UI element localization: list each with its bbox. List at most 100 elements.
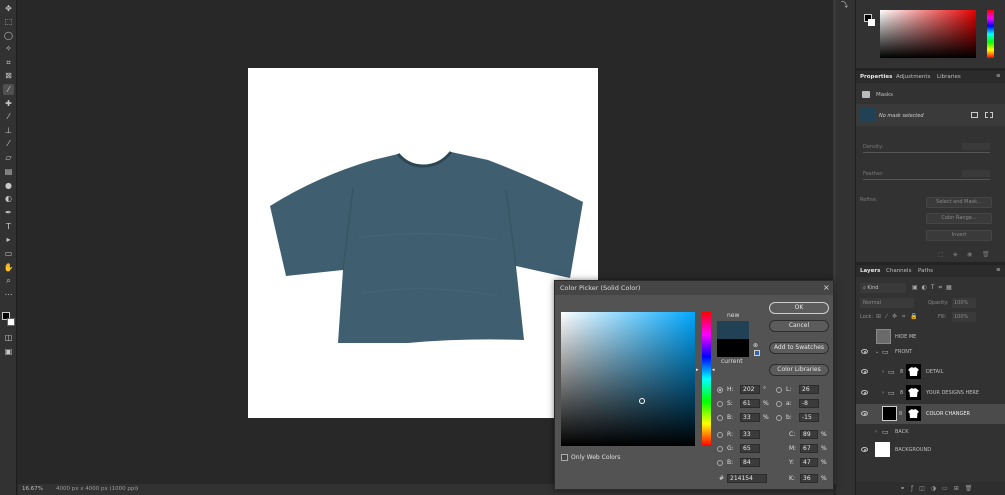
stamp-tool-icon[interactable]: ⊥: [3, 125, 14, 136]
blue-radio[interactable]: [717, 460, 723, 466]
green-radio[interactable]: [717, 446, 723, 452]
crop-tool-icon[interactable]: ⌗: [3, 57, 14, 68]
current-color-swatch[interactable]: [717, 339, 749, 357]
eyedropper-tool-icon[interactable]: ⁄: [3, 84, 14, 95]
gradient-tool-icon[interactable]: ▤: [3, 166, 14, 177]
visibility-eye-icon[interactable]: [861, 447, 868, 452]
magic-wand-tool-icon[interactable]: ✧: [3, 43, 14, 54]
density-slider[interactable]: [863, 152, 990, 153]
lab-b-radio[interactable]: [776, 415, 782, 421]
red-field[interactable]: 33: [740, 430, 760, 439]
hue-slider-right-arrow-icon[interactable]: ◂: [712, 367, 715, 373]
blend-mode-select[interactable]: Normal: [860, 298, 914, 308]
lab-l-field[interactable]: 26: [799, 385, 819, 394]
layer-row-selected[interactable]: 8 COLOR CHANGER: [856, 404, 1005, 424]
layer-filter-select[interactable]: ⌕ Kind: [860, 283, 906, 293]
density-field[interactable]: [962, 143, 990, 150]
brightness-radio[interactable]: [717, 415, 723, 421]
lab-a-radio[interactable]: [776, 401, 782, 407]
hex-field[interactable]: 214154: [727, 474, 767, 483]
red-radio[interactable]: [717, 432, 723, 438]
path-selection-tool-icon[interactable]: ▸: [3, 234, 14, 245]
hue-slider[interactable]: [702, 312, 711, 446]
layer-row[interactable]: ⌄ ▭ FRONT: [856, 344, 1005, 360]
opacity-field[interactable]: 100%: [952, 298, 976, 308]
quick-mask-icon[interactable]: ◫: [3, 332, 14, 343]
marquee-tool-icon[interactable]: ⬚: [3, 16, 14, 27]
vector-mask-icon[interactable]: [985, 112, 993, 118]
tab-libraries[interactable]: Libraries: [937, 74, 961, 80]
brightness-field[interactable]: 33: [740, 413, 760, 422]
tab-paths[interactable]: Paths: [918, 268, 933, 274]
hue-field[interactable]: 202: [740, 385, 760, 394]
mask-thumbnail[interactable]: [906, 385, 921, 400]
disable-mask-icon[interactable]: ◉: [967, 251, 972, 258]
chevron-right-icon[interactable]: ›: [875, 424, 877, 440]
document-canvas[interactable]: [248, 68, 598, 418]
lab-b-field[interactable]: -15: [799, 413, 819, 422]
ok-button[interactable]: OK: [769, 302, 829, 314]
tab-adjustments[interactable]: Adjustments: [896, 74, 930, 80]
only-web-colors-checkbox[interactable]: [561, 454, 568, 461]
zoom-tool-icon[interactable]: ⌕: [3, 275, 14, 286]
close-icon[interactable]: ×: [823, 283, 830, 292]
lasso-tool-icon[interactable]: ◯: [3, 30, 14, 41]
saturation-field[interactable]: 61: [740, 399, 760, 408]
layer-row[interactable]: › ▭ BACK: [856, 424, 1005, 440]
cyan-field[interactable]: 89: [800, 430, 818, 439]
feather-slider[interactable]: [863, 179, 990, 180]
history-icon[interactable]: ⤵: [841, 0, 848, 10]
background-color-swatch[interactable]: [7, 318, 15, 326]
fill-layer-thumbnail[interactable]: [882, 406, 897, 421]
chevron-right-icon[interactable]: ›: [882, 362, 884, 382]
move-tool-icon[interactable]: ✥: [3, 3, 14, 14]
mask-thumbnail[interactable]: [906, 364, 921, 379]
lab-l-radio[interactable]: [776, 387, 782, 393]
apply-mask-icon[interactable]: ◈: [953, 251, 958, 258]
layer-filter-icons[interactable]: ▣◐T⌗▦: [912, 284, 956, 292]
hue-radio[interactable]: [717, 387, 723, 393]
hue-slider-left-arrow-icon[interactable]: ▸: [696, 367, 699, 373]
visibility-eye-icon[interactable]: [861, 411, 868, 416]
background-color-swatch[interactable]: [868, 19, 875, 26]
color-spectrum-field[interactable]: [880, 10, 976, 58]
select-and-mask-button[interactable]: Select and Mask...: [926, 197, 992, 208]
layers-bottom-toolbar[interactable]: ⚭ƒ◫◑▭⊞🗑: [856, 482, 1005, 495]
pen-tool-icon[interactable]: ✒: [3, 207, 14, 218]
lock-icons[interactable]: ⊞⁄✥⌗🔒: [876, 313, 923, 321]
rectangle-tool-icon[interactable]: ▭: [3, 248, 14, 259]
color-field[interactable]: [561, 312, 695, 446]
invert-button[interactable]: Invert: [926, 230, 992, 241]
blur-tool-icon[interactable]: ●: [3, 180, 14, 191]
healing-brush-tool-icon[interactable]: ✚: [3, 98, 14, 109]
gamut-warning-icon[interactable]: ⊗: [753, 342, 758, 349]
mask-thumbnail[interactable]: [860, 108, 875, 122]
history-brush-tool-icon[interactable]: ⁄: [3, 138, 14, 149]
layer-row[interactable]: › ▭ 8 YOUR DESIGNS HERE: [856, 383, 1005, 403]
layer-row[interactable]: BACKGROUND: [856, 440, 1005, 460]
cancel-button[interactable]: Cancel: [769, 320, 829, 332]
delete-mask-icon[interactable]: 🗑: [982, 251, 990, 258]
layer-row[interactable]: › ▭ 8 DETAIL: [856, 362, 1005, 382]
load-selection-icon[interactable]: ⬚: [938, 251, 944, 258]
black-field[interactable]: 36: [800, 474, 818, 483]
hand-tool-icon[interactable]: ✋: [3, 262, 14, 273]
panel-menu-icon[interactable]: ≡: [996, 73, 1001, 79]
blue-field[interactable]: 84: [740, 458, 760, 467]
saturation-radio[interactable]: [717, 401, 723, 407]
visibility-eye-icon[interactable]: [861, 349, 868, 354]
tab-channels[interactable]: Channels: [886, 268, 911, 274]
dodge-tool-icon[interactable]: ◐: [3, 193, 14, 204]
eraser-tool-icon[interactable]: ▱: [3, 152, 14, 163]
tab-layers[interactable]: Layers: [860, 268, 880, 274]
tab-properties[interactable]: Properties: [860, 74, 892, 80]
hue-slider[interactable]: [987, 10, 994, 58]
zoom-level[interactable]: 16.67%: [22, 484, 43, 495]
chevron-right-icon[interactable]: ›: [882, 383, 884, 403]
feather-field[interactable]: [962, 170, 990, 177]
type-tool-icon[interactable]: T: [3, 221, 14, 232]
visibility-eye-icon[interactable]: [861, 390, 868, 395]
fill-field[interactable]: 100%: [952, 312, 976, 322]
color-libraries-button[interactable]: Color Libraries: [769, 364, 829, 376]
color-range-button[interactable]: Color Range...: [926, 213, 992, 224]
